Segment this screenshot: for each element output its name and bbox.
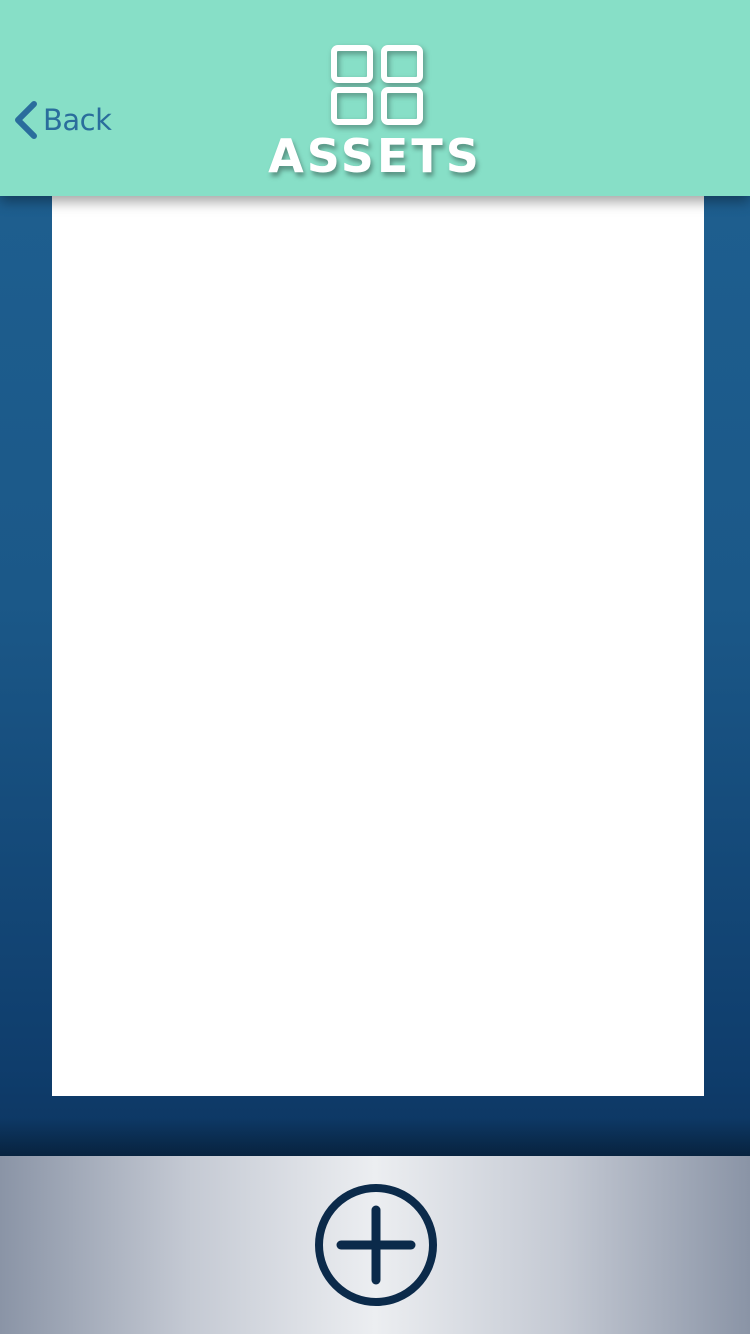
add-asset-button[interactable] <box>311 1180 441 1310</box>
bottom-toolbar <box>0 1156 750 1334</box>
assets-screen: Back ASSETS <box>0 0 750 1334</box>
toolbar-shadow <box>0 1118 750 1156</box>
assets-list-panel <box>52 196 704 1096</box>
page-title: ASSETS <box>268 129 482 183</box>
plus-circle-icon <box>315 1184 437 1306</box>
grid-icon <box>331 45 423 125</box>
header-bar: Back ASSETS <box>0 0 750 196</box>
